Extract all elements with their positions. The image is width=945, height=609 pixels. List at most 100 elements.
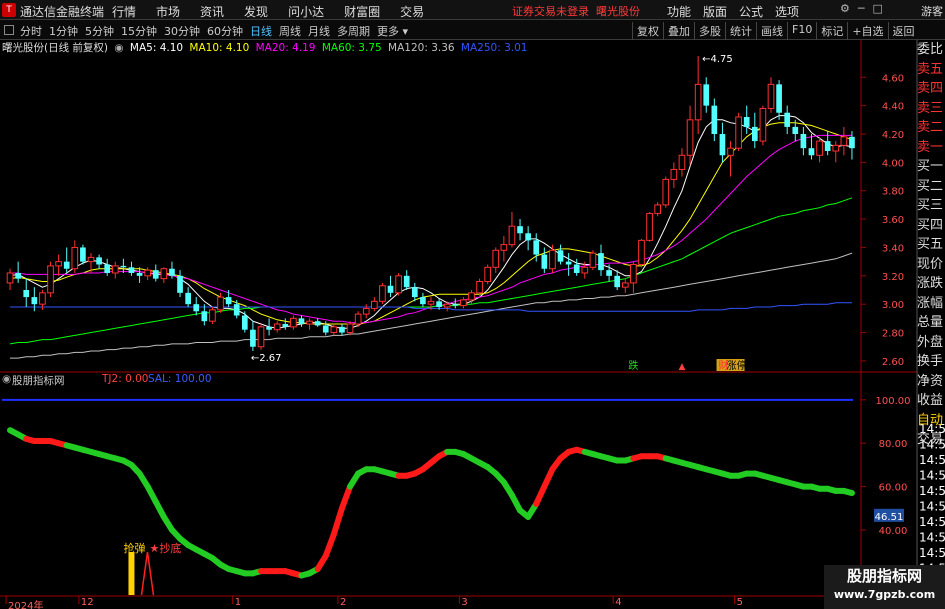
- indicator-tick-label: 40.00: [879, 526, 908, 537]
- tick-time-label: 14:56: [919, 500, 945, 514]
- quote-side-panel: 委比 卖五 卖四 卖三 卖二 卖一 买一 买二 买三 买四 买五 现价 涨跌 涨幅 总量 外盘 换手 净资 收益 自动…: [917, 40, 945, 460]
- candle-body-down: [792, 126, 799, 134]
- buy-signal-bar: [128, 552, 135, 595]
- candle-body-up: [646, 212, 653, 241]
- candle-body-up: [443, 303, 451, 308]
- candle-body-up: [39, 292, 46, 305]
- candle-body-up: [638, 239, 645, 265]
- site-watermark: 股朋指标网 www.7gpzb.com: [824, 565, 945, 609]
- indicator-segment: [322, 531, 337, 559]
- price-tick-label: 3.20: [882, 272, 904, 283]
- candle-body-down: [225, 297, 232, 305]
- quote-field-label: 买三: [917, 198, 944, 213]
- candle-body-up: [144, 269, 151, 277]
- candle-body-down: [808, 148, 815, 156]
- candle-body-up: [662, 178, 670, 206]
- quote-field-label: 卖四: [917, 81, 944, 96]
- candle-body-up: [47, 265, 54, 294]
- candle-body-up: [630, 263, 637, 284]
- candle-body-up: [492, 249, 500, 268]
- candle-body-up: [306, 320, 313, 325]
- candle-body-up: [395, 275, 402, 294]
- candle-body-down: [403, 275, 410, 288]
- indicator-name[interactable]: 股朋指标网: [12, 373, 65, 388]
- chart-canvas[interactable]: 4.60 4.40 4.20 4.00 3.80 3.60 3.40 3.20 3.00 2.80…: [0, 0, 945, 609]
- time-tick-label: 2: [339, 597, 347, 608]
- candle-body-down: [517, 226, 523, 234]
- time-tick-label: 3: [461, 597, 468, 608]
- indicator-segment: [338, 483, 354, 512]
- candle-body-up: [678, 154, 686, 170]
- ma5-line: [9, 115, 853, 329]
- indicator-header: ◉ 股朋指标网 TJ2: 0.00 SAL: 100.00: [0, 373, 860, 389]
- candle-body-down: [177, 275, 183, 293]
- candle-body-down: [565, 261, 572, 265]
- candle-body-down: [63, 261, 70, 269]
- candle-body-down: [322, 325, 329, 333]
- candle-body-up: [371, 300, 378, 309]
- candle-body-up: [621, 282, 629, 288]
- price-tick-label: 2.80: [882, 329, 904, 340]
- price-tick-label: 2.60: [882, 357, 904, 368]
- price-tick-label: 3.00: [882, 300, 904, 311]
- quote-field-label: 总量: [917, 315, 944, 330]
- moving-average-lines: [9, 115, 853, 359]
- event-badge-die: 跌: [628, 359, 638, 372]
- indicator-signals: 抢弹 ★抄底: [123, 541, 181, 596]
- limit-up-badge: 涨停: [727, 359, 747, 372]
- quote-field-label: 买五: [917, 237, 944, 252]
- quote-field-label[interactable]: 自动: [917, 411, 945, 431]
- watermark-url: www.7gpzb.com: [833, 588, 936, 601]
- indicator-settings-icon[interactable]: ◉: [2, 373, 11, 385]
- candle-body-up: [330, 326, 338, 334]
- candle-body-down: [525, 233, 531, 241]
- quote-field-label: 委比: [917, 42, 944, 57]
- candle-body-down: [15, 272, 21, 279]
- candle-body-down: [314, 321, 321, 326]
- candle-body-up: [379, 285, 386, 302]
- candle-body-down: [784, 112, 791, 127]
- candle-body-up: [654, 204, 661, 214]
- candle-body-up: [832, 144, 840, 152]
- quote-field-label: 卖二: [917, 120, 944, 135]
- candle-body-down: [266, 326, 272, 330]
- quote-field-label: 净资: [917, 373, 944, 389]
- candle-body-up: [160, 268, 168, 280]
- bottom-signal-peak: [140, 551, 155, 596]
- time-tick-label: 12: [80, 597, 94, 608]
- candle-body-up: [71, 246, 79, 270]
- indicator-sal-readout: SAL: 100.00: [148, 373, 212, 385]
- candle-body-up: [581, 266, 589, 274]
- time-tick-label: 4: [615, 597, 622, 608]
- candle-body-down: [120, 265, 127, 268]
- price-tick-label: 4.60: [882, 73, 904, 84]
- candle-body-down: [800, 134, 807, 149]
- candle-body-up: [217, 296, 224, 311]
- quote-field-label: 买四: [917, 217, 944, 233]
- candle-body-down: [598, 253, 604, 271]
- time-tick-label: 2024年: [8, 601, 44, 609]
- candle-body-down: [128, 267, 135, 273]
- indicator-tj2-readout: TJ2: 0.00: [102, 373, 149, 385]
- candle-body-up: [735, 116, 742, 149]
- tick-time-label: 14:56: [919, 469, 945, 483]
- candle-body-down: [743, 116, 750, 127]
- event-marker: ▲: [678, 362, 685, 372]
- candle-body-up: [694, 83, 702, 121]
- ma20-line: [10, 134, 852, 324]
- tick-time-label: 14:56: [919, 515, 945, 529]
- candle-body-down: [533, 240, 540, 255]
- candle-body-up: [759, 107, 767, 142]
- candle-body-up: [273, 323, 281, 331]
- indicator-segment: [330, 505, 345, 538]
- candle-body-up: [346, 323, 354, 334]
- quote-field-label[interactable]: 交易: [917, 430, 945, 450]
- quote-field-label: 卖五: [917, 61, 944, 77]
- candle-body-up: [460, 299, 467, 307]
- candle-body-down: [136, 272, 143, 276]
- candle-body-up: [816, 140, 823, 156]
- quote-field-label: 涨幅: [917, 295, 944, 311]
- quote-field-label: 收益: [917, 393, 944, 408]
- candle-body-up: [55, 261, 62, 267]
- candle-body-up: [476, 280, 483, 294]
